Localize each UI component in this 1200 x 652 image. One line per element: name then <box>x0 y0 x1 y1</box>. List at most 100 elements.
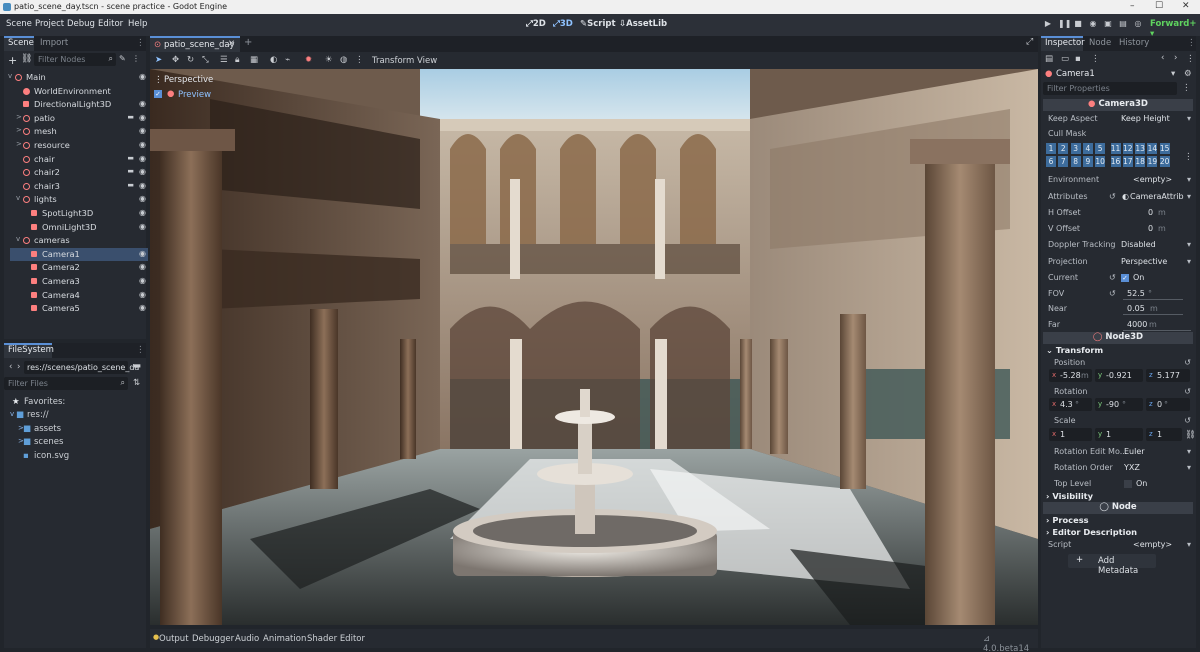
filter-nodes-input[interactable]: Filter Nodes ⌕ <box>34 53 116 66</box>
visibility-eye-icon[interactable]: ◉ <box>139 154 146 163</box>
pause-icon[interactable]: ❚❚ <box>1058 19 1071 29</box>
tools-icon[interactable]: ⚙ <box>1184 69 1192 79</box>
split-mode-icon[interactable]: ▬ <box>133 361 141 371</box>
scene-tab[interactable]: ⊙ patio_scene_day ✕ <box>150 36 240 52</box>
near-slider[interactable] <box>1123 314 1183 315</box>
filter-files-input[interactable]: Filter Files ⌕ <box>4 377 128 390</box>
new-tab-icon[interactable]: + <box>244 37 252 48</box>
script-icon[interactable]: ✎ <box>119 54 126 63</box>
checkbox-checked-icon[interactable]: ✓ <box>1121 274 1129 282</box>
editor-description-section[interactable]: › Editor Description <box>1046 527 1137 537</box>
menu-help[interactable]: Help <box>128 19 147 29</box>
movie-maker-icon[interactable]: ◎ <box>1133 19 1143 29</box>
revert-icon[interactable]: ↺ <box>1109 192 1116 201</box>
cull-layer-14[interactable]: 14 <box>1147 143 1158 154</box>
lock-icon[interactable]: 🔒︎ <box>235 55 240 65</box>
rotation-z-field[interactable]: z 0 ° <box>1146 398 1190 411</box>
load-resource-icon[interactable]: ▭ <box>1061 54 1069 64</box>
tree-node-chair[interactable]: chair ▬ ◉ <box>10 153 148 166</box>
menu-editor[interactable]: Editor <box>98 19 123 29</box>
tree-node-omnilight3d[interactable]: OmniLight3D ◉ <box>10 221 148 234</box>
transform-menu[interactable]: Transform <box>372 56 414 66</box>
top-level-row[interactable]: Top Level On <box>1043 477 1195 491</box>
tab-import[interactable]: Import <box>40 38 68 48</box>
fs-folder-scenes[interactable]: > ■ scenes <box>10 436 140 449</box>
cull-layer-20[interactable]: 20 <box>1159 155 1170 167</box>
fs-folder-assets[interactable]: > ■ assets <box>10 423 140 436</box>
object-selector[interactable]: ● Camera1 ▾ ⚙ <box>1043 68 1195 81</box>
sun-icon[interactable]: ☀ <box>325 55 333 65</box>
scale-tool-icon[interactable]: ⤡ <box>202 55 209 65</box>
tab-history[interactable]: History <box>1119 38 1149 48</box>
filter-options-icon[interactable]: ⋮ <box>1182 83 1191 93</box>
script-row[interactable]: Script <empty> ▾ <box>1043 538 1195 552</box>
visibility-eye-icon[interactable]: ◉ <box>139 249 146 258</box>
workspace-script-button[interactable]: ✎Script <box>580 19 616 29</box>
keep-aspect-row[interactable]: Keep Aspect Keep Height ▾ <box>1043 112 1195 126</box>
perspective-menu[interactable]: ⋮ Perspective <box>154 74 213 87</box>
menu-scene[interactable]: Scene <box>6 19 32 29</box>
add-node-icon[interactable]: + <box>8 54 17 67</box>
close-tab-icon[interactable]: ✕ <box>228 39 235 49</box>
link-icon[interactable]: ⛓ <box>1185 430 1196 440</box>
close-window-button[interactable]: ✕ <box>1182 1 1190 11</box>
instance-icon[interactable]: ▬ <box>127 181 134 189</box>
tab-output[interactable]: Output <box>159 634 189 644</box>
fs-file-icon-svg[interactable]: ▪ icon.svg <box>10 450 140 463</box>
tab-shader-editor[interactable]: Shader Editor <box>307 634 365 644</box>
instance-icon[interactable]: ▬ <box>127 154 134 162</box>
cull-layer-6[interactable]: 6 <box>1046 155 1056 167</box>
revert-icon[interactable]: ↺ <box>1184 387 1191 396</box>
tree-node-directionallight3d[interactable]: DirectionalLight3D ◉ <box>10 98 148 111</box>
3d-viewport[interactable]: ⋮ Perspective ✓ ● Preview <box>150 69 1038 625</box>
play-current-icon[interactable]: ▣ <box>1103 19 1113 29</box>
checkbox-unchecked-icon[interactable] <box>1124 480 1132 488</box>
add-metadata-button[interactable]: + Add Metadata <box>1068 554 1156 576</box>
v-offset-row[interactable]: V Offset 0 m <box>1043 222 1195 236</box>
chevron-right-icon[interactable]: > <box>16 140 22 148</box>
sort-icon[interactable]: ⇅ <box>133 378 140 388</box>
chevron-down-icon[interactable]: v <box>16 194 20 202</box>
tab-node[interactable]: Node <box>1089 38 1111 48</box>
tree-node-mesh[interactable]: > mesh ◉ <box>10 125 148 138</box>
tree-node-resource[interactable]: > resource ◉ <box>10 139 148 152</box>
visibility-eye-icon[interactable]: ◉ <box>139 262 146 271</box>
scale-z-field[interactable]: z1 <box>1146 428 1182 441</box>
visibility-eye-icon[interactable]: ◉ <box>139 126 146 135</box>
new-resource-icon[interactable]: ▤ <box>1045 54 1053 64</box>
snap-icon[interactable]: ⌁ <box>285 55 290 65</box>
visibility-eye-icon[interactable]: ◉ <box>139 222 146 231</box>
scale-x-field[interactable]: x1 <box>1049 428 1092 441</box>
cull-layer-18[interactable]: 18 <box>1135 155 1146 167</box>
cull-layer-9[interactable]: 9 <box>1082 155 1093 167</box>
position-x-field[interactable]: x -5.28 m <box>1049 369 1092 382</box>
visibility-eye-icon[interactable]: ◉ <box>139 99 146 108</box>
revert-icon[interactable]: ↺ <box>1109 289 1116 298</box>
tab-scene[interactable]: Scene <box>8 38 34 48</box>
far-slider[interactable] <box>1123 330 1191 331</box>
scale-y-field[interactable]: y1 <box>1095 428 1143 441</box>
camera3d-header[interactable]: ● Camera3D <box>1043 99 1193 111</box>
rotate-tool-icon[interactable]: ↻ <box>187 55 194 65</box>
history-forward-icon[interactable]: › <box>1174 53 1177 63</box>
path-field[interactable]: res://scenes/patio_scene_da <box>24 361 139 374</box>
cull-layer-7[interactable]: 7 <box>1058 155 1069 167</box>
select-tool-icon[interactable]: ➤ <box>155 55 162 65</box>
tree-node-main[interactable]: v Main ◉ <box>8 71 148 84</box>
cull-layer-19[interactable]: 19 <box>1147 155 1158 167</box>
filter-properties-input[interactable]: Filter Properties <box>1043 82 1177 95</box>
tab-inspector[interactable]: Inspector <box>1045 38 1085 48</box>
cull-layer-3[interactable]: 3 <box>1070 143 1081 154</box>
menu-project[interactable]: Project <box>35 19 64 29</box>
visibility-eye-icon[interactable]: ◉ <box>139 181 146 190</box>
cull-layer-15[interactable]: 15 <box>1159 143 1170 154</box>
tree-node-spotlight3d[interactable]: SpotLight3D ◉ <box>10 207 148 220</box>
visibility-eye-icon[interactable]: ◉ <box>139 208 146 217</box>
tab-animation[interactable]: Animation <box>263 634 306 644</box>
list-select-icon[interactable]: ☰ <box>220 55 228 65</box>
forward-icon[interactable]: › <box>17 362 20 372</box>
stop-icon[interactable]: ■ <box>1073 19 1083 29</box>
transform-section[interactable]: ⌄ Transform <box>1046 345 1103 355</box>
rotation-y-field[interactable]: y -90 ° <box>1095 398 1143 411</box>
fs-favorites[interactable]: ★ Favorites: <box>10 396 140 409</box>
